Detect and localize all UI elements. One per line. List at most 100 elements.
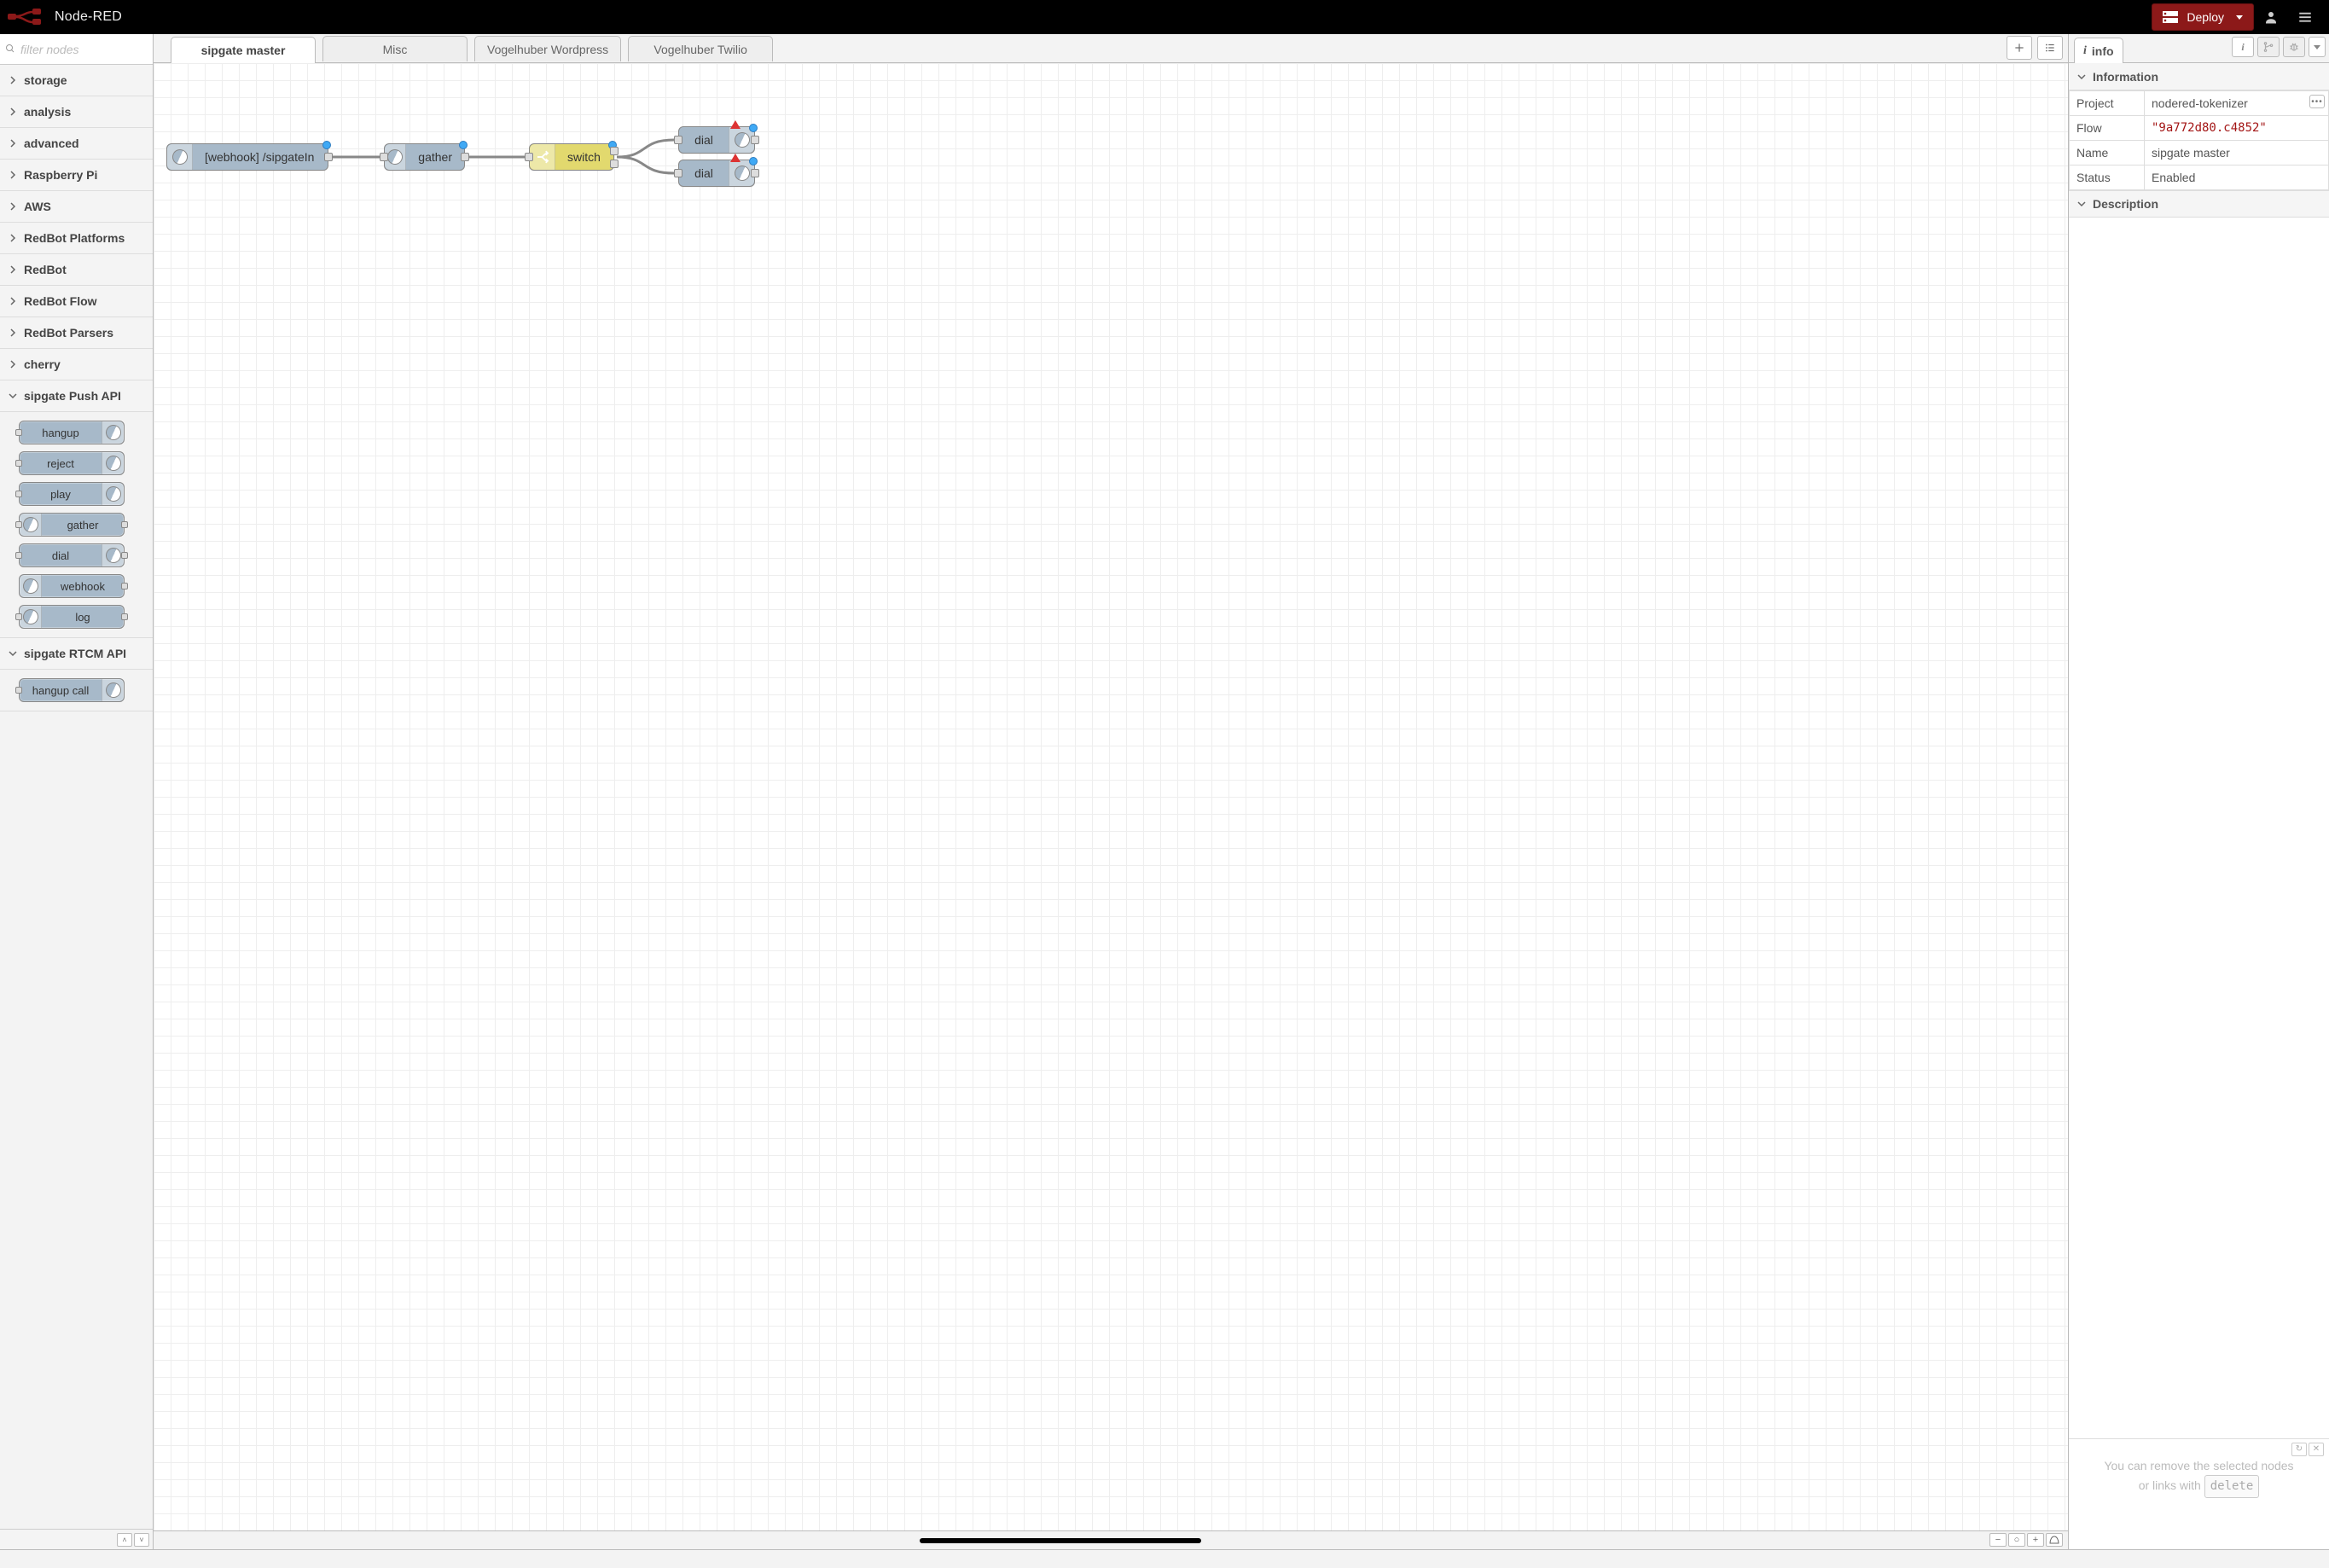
app-logo [7, 7, 48, 27]
palette-node-log[interactable]: log [19, 605, 125, 629]
output-port-1[interactable] [610, 147, 619, 155]
palette-category-label: Raspberry Pi [24, 168, 97, 182]
flow-node-webhook[interactable]: [webhook] /sipgateIn [166, 143, 328, 171]
palette-node-play[interactable]: play [19, 482, 125, 506]
palette-node-hangup[interactable]: hangup [19, 421, 125, 444]
palette-node-gather[interactable]: gather [19, 513, 125, 537]
output-port[interactable] [751, 169, 759, 177]
chevron-icon [9, 76, 17, 84]
flow-node-label: switch [555, 150, 613, 164]
navigator-button[interactable] [2046, 1533, 2063, 1547]
zoom-out-button[interactable]: − [1989, 1533, 2007, 1547]
output-port-2[interactable] [610, 160, 619, 168]
output-port[interactable] [121, 521, 128, 528]
deploy-button[interactable]: Deploy [2152, 3, 2254, 31]
palette-category-redbot-parsers[interactable]: RedBot Parsers [0, 317, 153, 349]
flow-canvas-viewport[interactable]: [webhook] /sipgateIn gather switch [154, 63, 2068, 1530]
output-port[interactable] [121, 552, 128, 559]
chevron-icon [9, 265, 17, 274]
flow-node-gather[interactable]: gather [384, 143, 465, 171]
input-port[interactable] [674, 169, 682, 177]
section-description-label: Description [2093, 197, 2158, 211]
palette-filter [0, 34, 153, 65]
tips-close-button[interactable]: ✕ [2309, 1443, 2324, 1456]
input-port[interactable] [380, 153, 388, 161]
flow-tab-sipgate-master[interactable]: sipgate master [171, 37, 316, 63]
flow-tab-vogelhuber-twilio[interactable]: Vogelhuber Twilio [628, 36, 773, 61]
project-actions-button[interactable]: ••• [2309, 95, 2325, 108]
sidebar-tabs: i info i [2069, 34, 2329, 63]
input-port[interactable] [15, 491, 22, 497]
input-port[interactable] [15, 687, 22, 694]
swirl-icon [102, 421, 124, 444]
sidebar-more-button[interactable] [2309, 37, 2326, 57]
palette-category-redbot[interactable]: RedBot [0, 254, 153, 286]
section-description-toggle[interactable]: Description [2069, 190, 2329, 218]
swirl-icon [20, 514, 42, 536]
info-icon: i [2083, 44, 2087, 58]
zoom-in-button[interactable]: + [2027, 1533, 2044, 1547]
palette-category-raspberry-pi[interactable]: Raspberry Pi [0, 160, 153, 191]
menu-button[interactable] [2288, 0, 2322, 34]
palette-filter-input[interactable] [20, 43, 148, 56]
workspace-footer: − ○ + [154, 1530, 2068, 1549]
palette-category-label: RedBot [24, 263, 67, 276]
flow-tab-vogelhuber-wordpress[interactable]: Vogelhuber Wordpress [474, 36, 621, 61]
output-port[interactable] [121, 583, 128, 589]
palette-category-aws[interactable]: AWS [0, 191, 153, 223]
zoom-reset-button[interactable]: ○ [2008, 1533, 2025, 1547]
flow-node-dial-2[interactable]: dial [678, 160, 755, 187]
list-flows-button[interactable] [2037, 36, 2063, 60]
palette-category-advanced[interactable]: advanced [0, 128, 153, 160]
add-flow-button[interactable] [2007, 36, 2032, 60]
output-port[interactable] [324, 153, 333, 161]
palette-node-dial[interactable]: dial [19, 543, 125, 567]
palette-category-label: AWS [24, 200, 51, 213]
sidebar-debug-button[interactable] [2283, 37, 2305, 57]
input-port[interactable] [15, 521, 22, 528]
chevron-icon [9, 328, 17, 337]
palette-node-reject[interactable]: reject [19, 451, 125, 475]
palette-collapse-down-button[interactable]: ˅ [134, 1533, 149, 1547]
palette-category-storage[interactable]: storage [0, 65, 153, 96]
flow-node-label: dial [679, 133, 729, 147]
flow-node-switch[interactable]: switch [529, 143, 614, 171]
sidebar-tab-info[interactable]: i info [2074, 38, 2123, 63]
palette-category-redbot-flow[interactable]: RedBot Flow [0, 286, 153, 317]
palette-category-sipgate-rtcm-api[interactable]: sipgate RTCM API [0, 638, 153, 670]
flow-tab-misc[interactable]: Misc [322, 36, 468, 61]
deploy-icon [2163, 11, 2178, 23]
chevron-icon [9, 297, 17, 305]
palette-node-label: reject [20, 457, 102, 470]
output-port[interactable] [461, 153, 469, 161]
input-port[interactable] [15, 613, 22, 620]
flow-canvas[interactable]: [webhook] /sipgateIn gather switch [154, 63, 2068, 1530]
output-port[interactable] [751, 136, 759, 144]
sidebar-git-button[interactable] [2257, 37, 2280, 57]
palette-node-hangup-call[interactable]: hangup call [19, 678, 125, 702]
flow-node-dial-1[interactable]: dial [678, 126, 755, 154]
input-port[interactable] [525, 153, 533, 161]
sidebar-info-button[interactable]: i [2232, 37, 2254, 57]
section-information-toggle[interactable]: Information [2069, 63, 2329, 90]
output-port[interactable] [121, 613, 128, 620]
input-port[interactable] [674, 136, 682, 144]
node-error-icon [730, 120, 741, 129]
palette-collapse-up-button[interactable]: ˄ [117, 1533, 132, 1547]
palette-node-webhook[interactable]: webhook [19, 574, 125, 598]
delete-key-kbd: delete [2204, 1475, 2260, 1497]
canvas-h-scrollbar[interactable] [920, 1538, 1201, 1543]
palette-category-redbot-platforms[interactable]: RedBot Platforms [0, 223, 153, 254]
flow-node-label: [webhook] /sipgateIn [193, 150, 326, 164]
info-status-key: Status [2070, 166, 2145, 190]
palette-category-analysis[interactable]: analysis [0, 96, 153, 128]
palette-category-sipgate-push-api[interactable]: sipgate Push API [0, 380, 153, 412]
palette-category-cherry[interactable]: cherry [0, 349, 153, 380]
chevron-icon [9, 649, 17, 658]
input-port[interactable] [15, 460, 22, 467]
input-port[interactable] [15, 552, 22, 559]
input-port[interactable] [15, 429, 22, 436]
app-title: Node-RED [55, 9, 122, 25]
user-button[interactable] [2254, 0, 2288, 34]
tips-refresh-button[interactable]: ↻ [2291, 1443, 2307, 1456]
